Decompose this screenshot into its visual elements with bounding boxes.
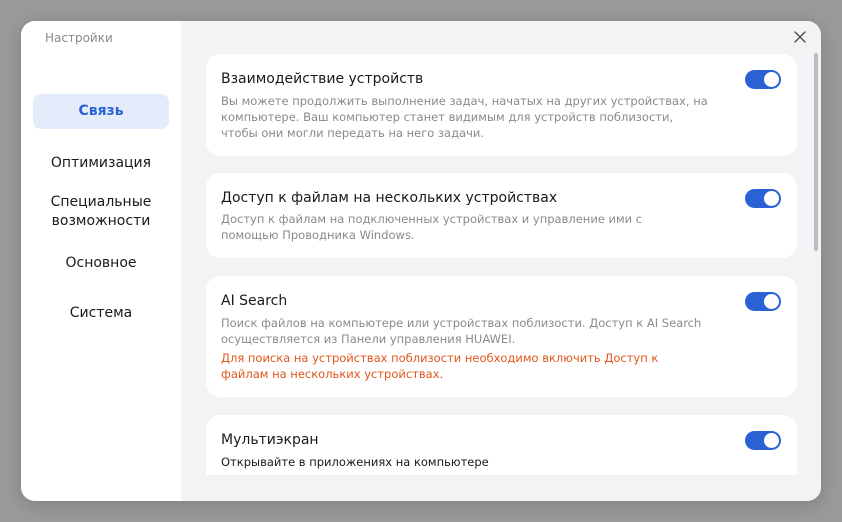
app-title: Настройки — [45, 31, 113, 45]
sidebar-item-optimization[interactable]: Оптимизация — [33, 154, 169, 173]
toggle-knob — [764, 191, 779, 206]
card-device-collaboration: Взаимодействие устройств Вы можете продо… — [206, 54, 797, 156]
card-ai-search: AI Search Поиск файлов на компьютере или… — [206, 276, 797, 397]
card-title: Взаимодействие устройств — [221, 71, 424, 87]
card-title: Мультиэкран — [221, 432, 319, 448]
card-title: Доступ к файлам на нескольких устройства… — [221, 190, 558, 206]
close-icon[interactable] — [791, 28, 809, 46]
card-warning: Для поиска на устройствах поблизости нео… — [221, 351, 659, 381]
file-access-toggle[interactable] — [745, 189, 781, 208]
card-description: Доступ к файлам на подключенных устройст… — [221, 212, 643, 242]
card-description: Поиск файлов на компьютере или устройств… — [221, 316, 702, 346]
bottom-clip — [181, 475, 821, 501]
card-description: Открывайте в приложениях на компьютере — [221, 455, 489, 469]
main-content: Взаимодействие устройств Вы можете продо… — [181, 21, 821, 501]
sidebar-item-system[interactable]: Система — [33, 304, 169, 323]
toggle-knob — [764, 294, 779, 309]
sidebar-item-connection[interactable]: Связь — [33, 94, 169, 129]
device-collaboration-toggle[interactable] — [745, 70, 781, 89]
card-description: Вы можете продолжить выполнение задач, н… — [221, 94, 708, 140]
multiscreen-toggle[interactable] — [745, 431, 781, 450]
card-title: AI Search — [221, 293, 288, 309]
settings-window: Настройки Связь Оптимизация Специальные … — [21, 21, 821, 501]
card-multi-device-file-access: Доступ к файлам на нескольких устройства… — [206, 173, 797, 258]
toggle-knob — [764, 433, 779, 448]
toggle-knob — [764, 72, 779, 87]
ai-search-toggle[interactable] — [745, 292, 781, 311]
sidebar: Настройки Связь Оптимизация Специальные … — [21, 21, 181, 501]
scrollbar[interactable] — [814, 53, 818, 251]
sidebar-item-general[interactable]: Основное — [33, 254, 169, 273]
sidebar-item-accessibility[interactable]: Специальные возможности — [33, 193, 169, 231]
